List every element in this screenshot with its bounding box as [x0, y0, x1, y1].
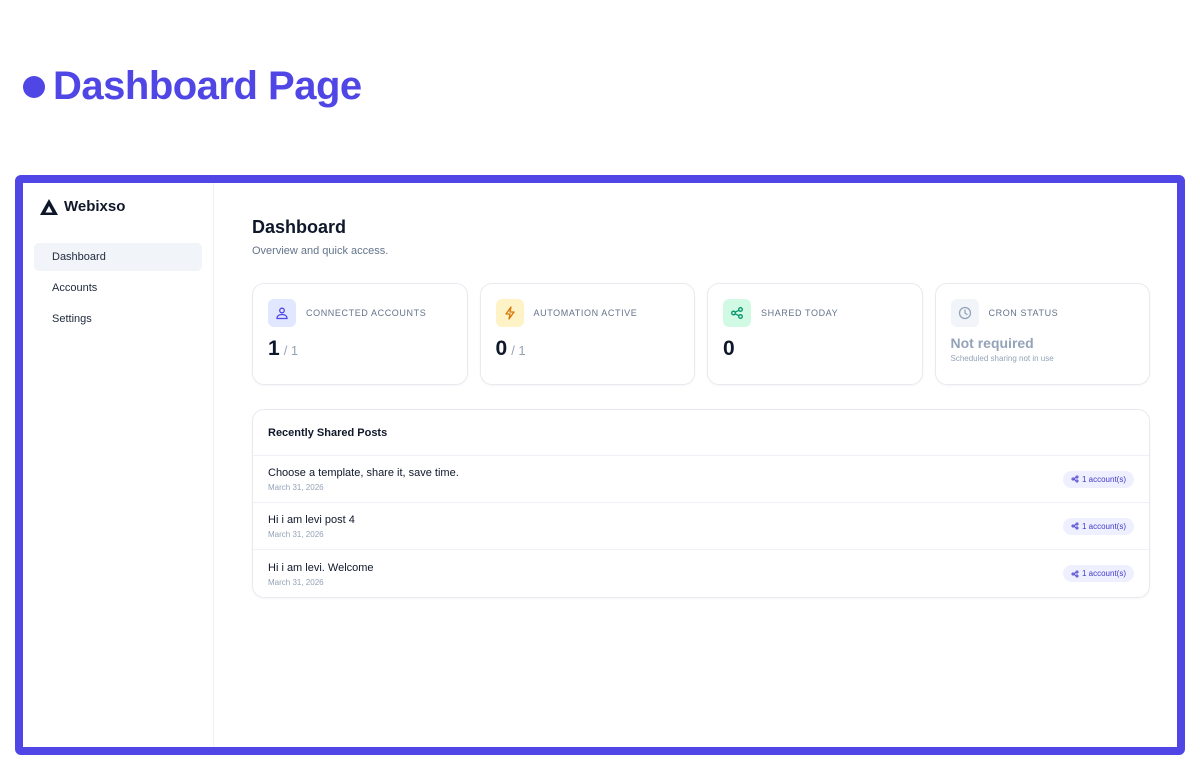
- brand-name: Webixso: [64, 198, 126, 215]
- page-subtitle: Overview and quick access.: [252, 245, 389, 257]
- stat-value: 0: [495, 337, 508, 360]
- clock-icon: [950, 299, 979, 327]
- main-content: Dashboard Overview and quick access. CON…: [252, 215, 1150, 598]
- sidebar-item-accounts[interactable]: Accounts: [34, 274, 202, 302]
- accounts-badge: 1 account(s): [1062, 565, 1134, 582]
- stat-total: / 1: [283, 343, 299, 358]
- stat-label: CONNECTED ACCOUNTS: [306, 308, 427, 318]
- stat-card-shared-today: SHARED TODAY 0: [707, 283, 923, 385]
- post-title: Choose a template, share it, save time.: [268, 467, 459, 479]
- brand-logo-icon: [40, 198, 58, 215]
- lightning-icon: [495, 299, 524, 327]
- accounts-badge: 1 account(s): [1062, 517, 1134, 535]
- users-icon: [268, 299, 296, 327]
- share-icon: [723, 299, 751, 327]
- list-item[interactable]: Hi i am levi. Welcome March 31, 2026 1 a…: [253, 550, 1149, 597]
- brand[interactable]: Webixso: [34, 195, 202, 218]
- accounts-badge-label: 1 account(s): [1081, 474, 1126, 484]
- stat-value: 0: [723, 337, 735, 360]
- stat-value: 1: [268, 337, 280, 360]
- share-icon: [1071, 522, 1079, 530]
- recent-posts-panel: Recently Shared Posts Choose a template,…: [252, 409, 1150, 598]
- sidebar-item-dashboard[interactable]: Dashboard: [34, 243, 202, 271]
- page-heading-text: Dashboard Page: [53, 64, 362, 108]
- list-item[interactable]: Hi i am levi post 4 March 31, 2026 1 acc…: [253, 503, 1149, 550]
- list-item[interactable]: Choose a template, share it, save time. …: [253, 456, 1149, 503]
- sidebar-item-settings[interactable]: Settings: [34, 305, 202, 333]
- bullet-dot: [23, 75, 45, 98]
- accounts-badge-label: 1 account(s): [1081, 521, 1126, 531]
- share-icon: [1071, 475, 1079, 483]
- post-title: Hi i am levi post 4: [268, 514, 355, 526]
- post-date: March 31, 2026: [268, 483, 324, 492]
- stat-card-cron-status: CRON STATUS Not required Scheduled shari…: [934, 283, 1150, 385]
- post-date: March 31, 2026: [268, 530, 324, 539]
- stat-label: CRON STATUS: [988, 308, 1059, 318]
- post-title: Hi i am levi. Welcome: [268, 561, 374, 574]
- sidebar: Webixso Dashboard Accounts Settings: [23, 183, 214, 747]
- share-icon: [1071, 570, 1079, 577]
- stat-total: / 1: [511, 343, 526, 358]
- accounts-badge-label: 1 account(s): [1081, 569, 1126, 578]
- recent-posts-title: Recently Shared Posts: [253, 410, 1149, 456]
- stat-card-automation-active: AUTOMATION ACTIVE 0 / 1: [479, 283, 695, 385]
- accounts-badge: 1 account(s): [1062, 470, 1134, 488]
- page-heading: Dashboard Page: [23, 64, 362, 109]
- app-window: Webixso Dashboard Accounts Settings Dash…: [15, 175, 1185, 755]
- page-title: Dashboard: [252, 217, 347, 237]
- stat-card-connected-accounts: CONNECTED ACCOUNTS 1 / 1: [252, 283, 468, 385]
- cron-status-value: Not required: [950, 335, 1034, 351]
- stats-row: CONNECTED ACCOUNTS 1 / 1 AUTOMATION ACTI…: [252, 283, 1150, 385]
- stat-label: AUTOMATION ACTIVE: [533, 308, 638, 318]
- stat-label: SHARED TODAY: [761, 308, 839, 318]
- post-date: March 31, 2026: [268, 577, 324, 587]
- cron-status-note: Scheduled sharing not in use: [950, 354, 1054, 363]
